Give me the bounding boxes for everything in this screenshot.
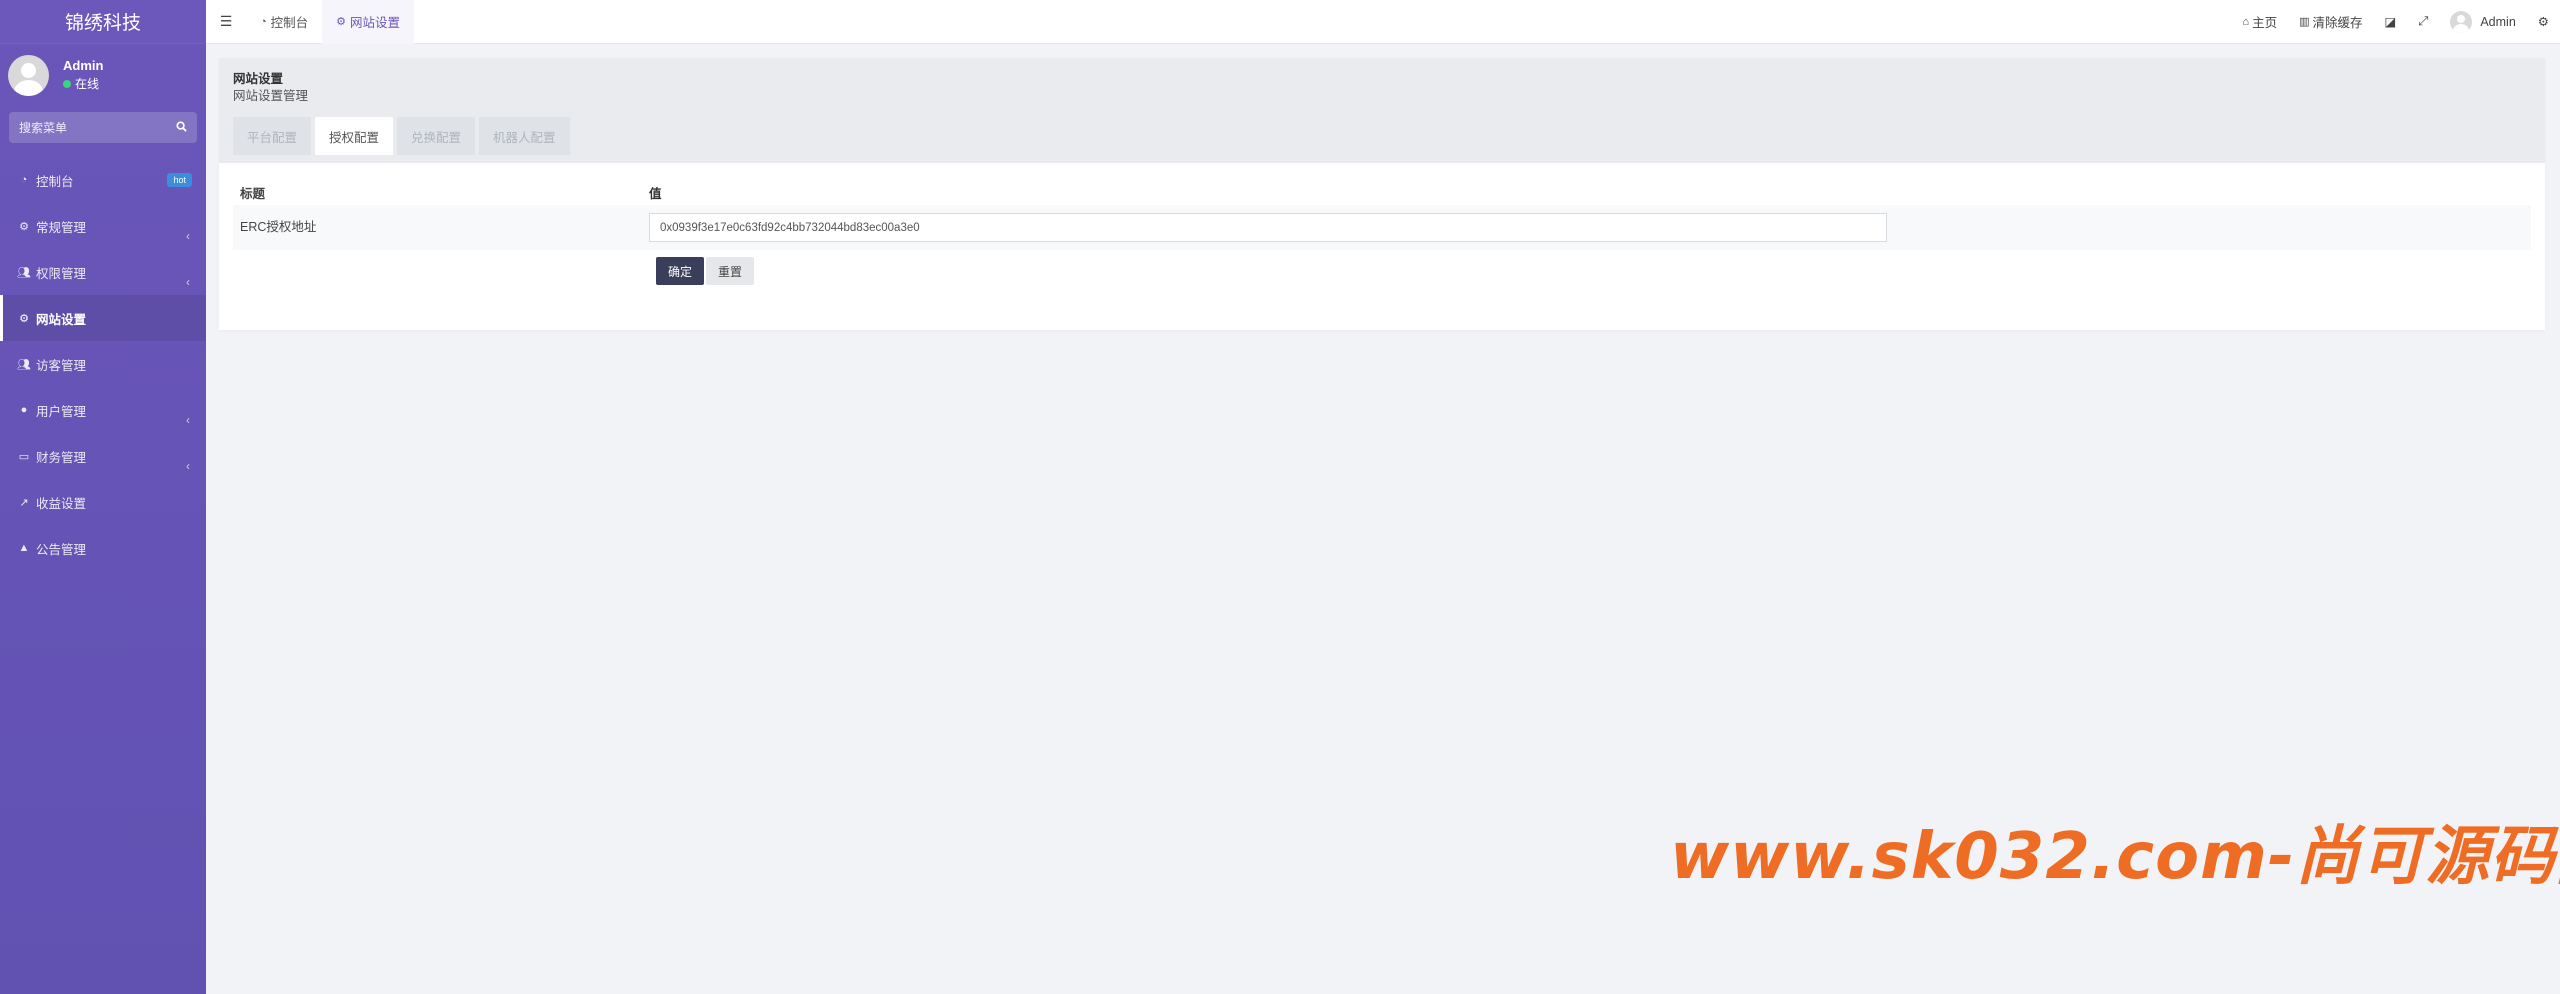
column-header-value: 值 [649,186,662,201]
sidebar-item-label: 用户管理 [36,404,87,419]
clear-cache-button[interactable]: ▥ 清除缓存 [2288,0,2373,44]
main-content: 网站设置 网站设置管理 平台配置 授权配置 兑换配置 机器人配置 标题 值 ER… [219,58,2545,330]
line-chart-icon: ↗ [19,496,29,509]
hot-badge: hot [167,173,192,187]
page-title: 网站设置 [233,72,284,86]
home-icon: ⌂ [2242,15,2250,28]
search-icon[interactable] [176,119,187,137]
sidebar-item-label: 收益设置 [36,496,87,511]
sidebar-item-label: 权限管理 [36,266,87,281]
admin-user-menu[interactable]: Admin [2439,0,2526,44]
sidebar-search [9,112,197,143]
dashboard-icon: ◔ [260,15,267,28]
bell-icon: ▲ [18,542,30,554]
erc-auth-address-input[interactable] [649,213,1887,242]
settings-table: 标题 值 ERC授权地址 [233,179,2531,250]
tab-dashboard[interactable]: ◔ 控制台 [246,0,322,44]
sidebar-item-label: 访客管理 [36,358,87,373]
sidebar-item-announcements[interactable]: ▲ 公告管理 [0,525,206,571]
sidebar-item-label: 常规管理 [36,220,87,235]
sidebar-item-label: 网站设置 [36,312,87,327]
sidebar-item-general[interactable]: ⚙ 常规管理 ‹ [0,203,206,249]
settings-panel: 网站设置 网站设置管理 平台配置 授权配置 兑换配置 机器人配置 标题 值 ER… [219,58,2545,330]
group-icon: 👥︎ [17,358,31,371]
sidebar-item-permissions[interactable]: 👥︎ 权限管理 ‹ [0,249,206,295]
tab-site-settings[interactable]: ⚙ 网站设置 [322,0,415,44]
online-status-icon [63,80,71,88]
confirm-button[interactable]: 确定 [656,257,705,285]
money-icon: ▭ [18,450,30,463]
sidebar-item-dashboard[interactable]: ◔ 控制台 hot [0,157,206,203]
reset-button[interactable]: 重置 [706,257,755,285]
table-header: 标题 值 [233,179,2531,205]
watermark: www.sk032.com-尚可源码网 [1670,820,2560,894]
chevron-left-icon: ‹ [186,275,190,289]
chevron-left-icon: ‹ [186,229,190,243]
fullscreen-icon[interactable]: ⤢ [2407,0,2439,44]
tab-label: 控制台 [270,16,309,30]
sidebar-item-label: 财务管理 [36,450,87,465]
tab-platform-config[interactable]: 平台配置 [233,117,312,155]
sidebar-item-earnings[interactable]: ↗ 收益设置 [0,479,206,525]
cogs-icon: ⚙ [19,312,29,325]
erc-auth-address-label: ERC授权地址 [240,220,317,234]
topbar: ☰ ◔ 控制台 ⚙ 网站设置 ⌂ 主页 ▥ 清除缓存 ◪ ⤢ Admin ⚙ [206,0,2560,44]
cogs-icon: ⚙ [336,16,347,28]
tab-auth-config[interactable]: 授权配置 [315,117,394,155]
group-icon: 👥︎ [17,266,31,279]
home-link[interactable]: ⌂ 主页 [2231,0,2288,44]
sidebar: 锦绣科技 Admin 在线 ◔ 控制台 hot ⚙ 常规管理 ‹ 👥︎ 权 [0,0,206,994]
chevron-left-icon: ‹ [186,413,190,427]
avatar [2450,10,2473,33]
tab-robot-config[interactable]: 机器人配置 [479,117,570,155]
sidebar-item-site-settings[interactable]: ⚙ 网站设置 [0,295,206,341]
chevron-left-icon: ‹ [186,459,190,473]
menu-toggle-icon[interactable]: ☰ [206,0,246,44]
sidebar-item-visitors[interactable]: 👥︎ 访客管理 [0,341,206,387]
table-row: ERC授权地址 [233,205,2531,250]
sidebar-item-finance[interactable]: ▭ 财务管理 ‹ [0,433,206,479]
language-icon[interactable]: ◪ [2374,0,2408,44]
sidebar-search-input[interactable] [19,120,159,135]
user-panel: Admin 在线 [0,44,206,106]
cogs-icon: ⚙ [19,220,29,233]
user-status: 在线 [63,75,103,93]
avatar [8,54,49,96]
tab-label: 网站设置 [350,16,401,30]
brand-logo[interactable]: 锦绣科技 [0,0,206,44]
config-tabs: 平台配置 授权配置 兑换配置 机器人配置 [233,117,2531,155]
page-subtitle: 网站设置管理 [233,89,309,103]
tab-exchange-config[interactable]: 兑换配置 [397,117,476,155]
user-status-label: 在线 [75,77,100,91]
user-name: Admin [63,58,104,73]
cogs-icon[interactable]: ⚙ [2527,0,2560,44]
trash-icon: ▥ [2299,16,2310,28]
dashboard-icon: ◔ [20,174,28,186]
sidebar-item-users[interactable]: ● 用户管理 ‹ [0,387,206,433]
sidebar-item-label: 公告管理 [36,542,87,557]
sidebar-item-label: 控制台 [36,174,74,189]
sidebar-menu: ◔ 控制台 hot ⚙ 常规管理 ‹ 👥︎ 权限管理 ‹ ⚙ 网站设置 👥︎ 访… [0,157,206,571]
user-icon: ● [20,404,28,416]
column-header-title: 标题 [240,186,266,201]
